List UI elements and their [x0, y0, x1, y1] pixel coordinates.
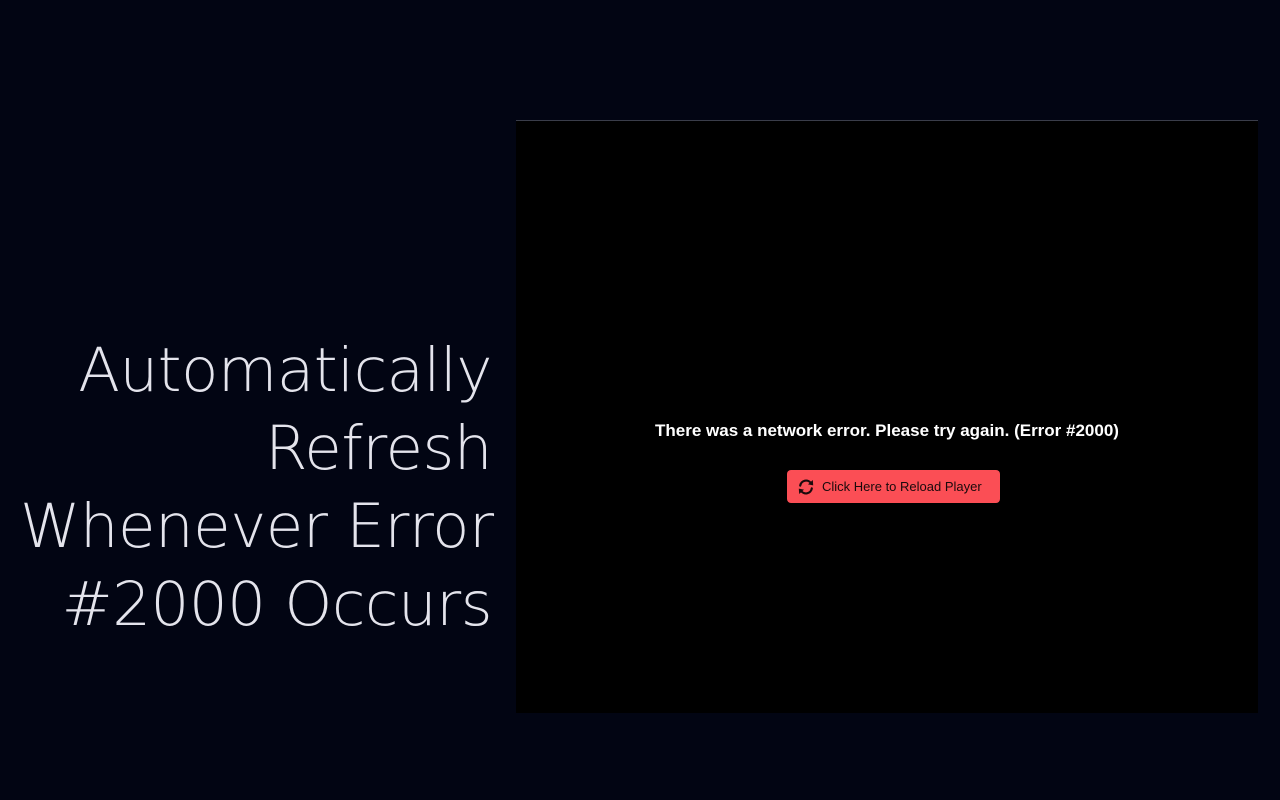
promo-headline: Automatically Refresh Whenever Error #20…	[20, 332, 494, 644]
video-player[interactable]: There was a network error. Please try ag…	[516, 120, 1258, 713]
headline-line-2: Refresh	[265, 413, 492, 484]
network-error-message: There was a network error. Please try ag…	[655, 421, 1119, 440]
headline-line-3: Whenever Error	[20, 491, 494, 562]
headline-line-4: #2000 Occurs	[61, 569, 493, 640]
reload-button-label: Click Here to Reload Player	[822, 479, 982, 494]
headline-line-1: Automatically	[78, 335, 492, 406]
refresh-icon	[796, 477, 816, 497]
reload-player-button[interactable]: Click Here to Reload Player	[787, 470, 1000, 503]
